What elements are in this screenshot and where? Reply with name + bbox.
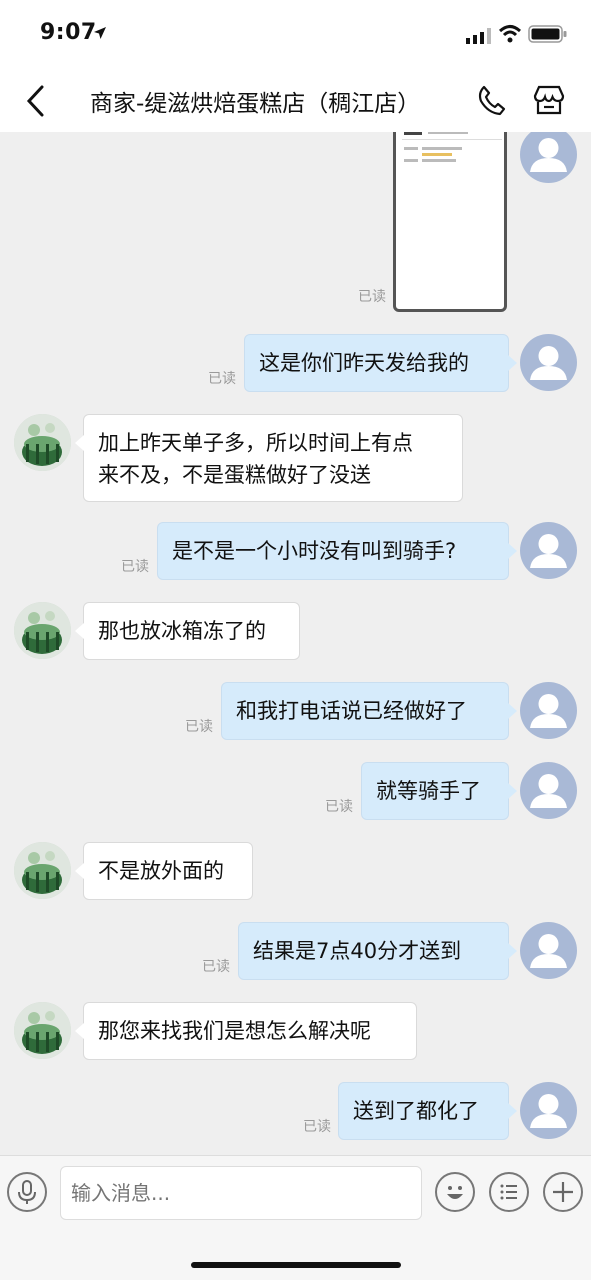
back-icon[interactable] (24, 84, 52, 118)
cake-avatar-icon (14, 414, 71, 471)
image-message[interactable] (393, 132, 507, 312)
message-text: 是不是一个小时没有叫到骑手? (172, 539, 457, 563)
voice-icon (18, 1180, 36, 1204)
voice-button[interactable] (7, 1172, 47, 1212)
emoji-icon (447, 1186, 463, 1199)
message-bubble[interactable]: 是不是一个小时没有叫到骑手? (157, 522, 517, 580)
message-input[interactable] (60, 1166, 422, 1220)
user-avatar-icon (530, 534, 567, 568)
message-bubble[interactable]: 就等骑手了 (361, 762, 517, 820)
list-icon (500, 1184, 517, 1200)
message-text: 送到了都化了 (353, 1099, 479, 1123)
message-bubble[interactable]: 加上昨天单子多，所以时间上有点 来不及，不是蛋糕做好了没送 (75, 414, 463, 502)
message-bubble[interactable]: 送到了都化了 (338, 1082, 517, 1140)
wifi-icon (498, 25, 522, 43)
shop-avatar[interactable] (14, 1002, 71, 1059)
plus-icon (553, 1182, 573, 1202)
message-bubble[interactable]: 结果是7点40分才送到 (238, 922, 517, 980)
chat-header: 商家-缇滋烘焙蛋糕店（稠江店） (0, 70, 591, 132)
message-bubble[interactable]: 和我打电话说已经做好了 (221, 682, 517, 740)
message-bubble[interactable]: 那您来找我们是想怎么解决呢 (75, 1002, 417, 1060)
phone-icon[interactable] (476, 84, 506, 116)
message-text: 这是你们昨天发给我的 (259, 351, 469, 375)
emoji-button[interactable] (435, 1172, 475, 1212)
read-status: 已读 (121, 559, 149, 575)
user-avatar-icon (530, 138, 567, 172)
cake-avatar-icon (14, 1002, 71, 1059)
shop-avatar[interactable] (14, 602, 71, 659)
avatar[interactable] (520, 132, 577, 183)
cake-avatar-icon (14, 602, 71, 659)
avatar[interactable] (520, 682, 577, 739)
message-text: 结果是7点40分才送到 (253, 939, 462, 963)
avatar[interactable] (520, 922, 577, 979)
message-bubble[interactable]: 这是你们昨天发给我的 (244, 334, 517, 392)
user-avatar-icon (530, 1094, 567, 1128)
read-status: 已读 (325, 799, 353, 815)
shop-avatar[interactable] (14, 414, 71, 471)
shop-icon[interactable] (532, 84, 566, 116)
more-menu-button[interactable] (489, 1172, 529, 1212)
message-bubble[interactable]: 不是放外面的 (75, 842, 253, 900)
user-avatar-icon (530, 694, 567, 728)
avatar[interactable] (520, 334, 577, 391)
user-avatar-icon (530, 346, 567, 380)
location-arrow-icon (94, 27, 106, 39)
read-status: 已读 (185, 719, 213, 735)
read-status: 已读 (208, 371, 236, 387)
message-text: 那也放冰箱冻了的 (98, 619, 266, 643)
avatar[interactable] (520, 762, 577, 819)
user-avatar-icon (530, 934, 567, 968)
message-text: 那您来找我们是想怎么解决呢 (98, 1019, 371, 1043)
battery-icon (528, 25, 567, 43)
read-status: 已读 (303, 1119, 331, 1135)
avatar[interactable] (520, 522, 577, 579)
message-bubble[interactable]: 那也放冰箱冻了的 (75, 602, 300, 660)
message-text: 就等骑手了 (376, 779, 481, 803)
read-status: 已读 (358, 289, 386, 305)
page-title: 商家-缇滋烘焙蛋糕店（稠江店） (90, 91, 421, 117)
avatar[interactable] (520, 1082, 577, 1139)
message-text: 来不及，不是蛋糕做好了没送 (98, 463, 371, 487)
message-text: 和我打电话说已经做好了 (236, 699, 467, 723)
shop-avatar[interactable] (14, 842, 71, 899)
message-text: 不是放外面的 (98, 859, 224, 883)
message-text: 加上昨天单子多，所以时间上有点 (98, 431, 413, 455)
user-avatar-icon (530, 774, 567, 808)
home-indicator[interactable] (191, 1262, 401, 1268)
add-button[interactable] (543, 1172, 583, 1212)
status-time: 9:07 (40, 20, 97, 45)
chat-area[interactable]: 已读 已读 这是你们昨天发给我的 加上昨天单子多，所以时间上有点 来不及，不是蛋… (0, 132, 591, 1155)
status-bar: 9:07 (0, 0, 591, 70)
read-status: 已读 (202, 959, 230, 975)
cake-avatar-icon (14, 842, 71, 899)
signal-icon (466, 28, 491, 44)
